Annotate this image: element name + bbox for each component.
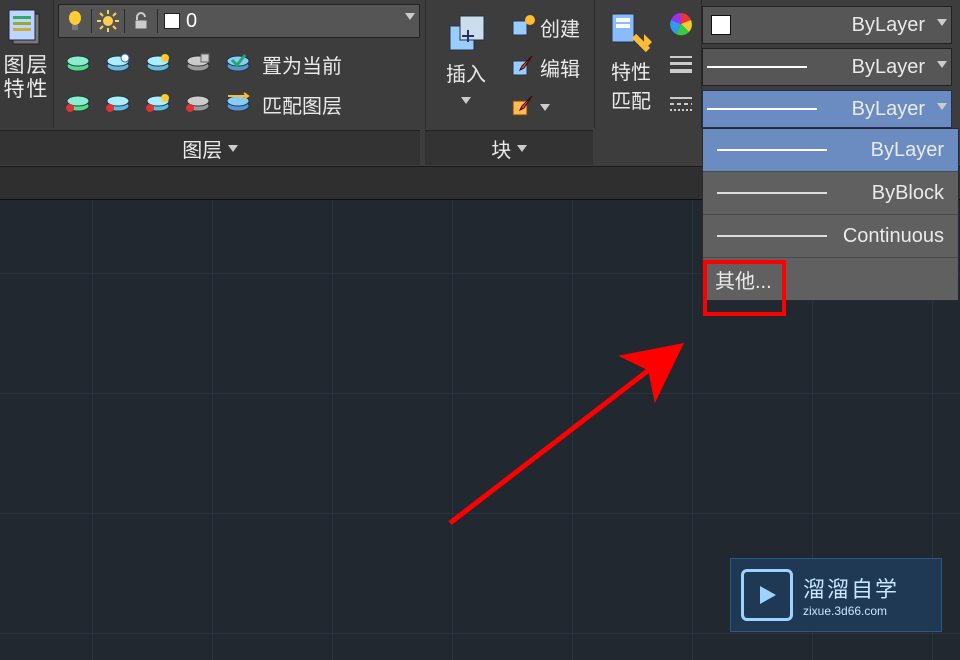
layer-tool-icon-3[interactable] [138, 52, 178, 76]
watermark-title: 溜溜自学 [803, 572, 899, 604]
watermark-sub: zixue.3d66.com [803, 604, 899, 618]
insert-block-button[interactable]: 插入 [432, 10, 500, 110]
linetype-dropdown: ByLayer ByBlock Continuous 其他... [702, 128, 959, 301]
unlock-icon [125, 5, 157, 37]
lineweight-list-button[interactable] [665, 48, 697, 80]
create-block-button[interactable]: 创建 [506, 8, 580, 46]
linetype-preview [707, 108, 817, 110]
layer-match-icon[interactable] [218, 92, 258, 116]
layer-stack-icon [3, 4, 51, 52]
layer-props-label-1: 图层 [0, 54, 53, 78]
properties-panel: 特性 匹配 [599, 0, 702, 128]
lineweight-preview [707, 66, 807, 68]
lineweight-value: ByLayer [852, 56, 925, 79]
chevron-down-icon [937, 61, 947, 68]
layer-tool-icon-7[interactable] [138, 92, 178, 116]
blocks-panel: 插入 创建 编辑 [425, 0, 595, 128]
chevron-down-icon [540, 104, 550, 111]
edit-block-button[interactable]: 编辑 [506, 48, 580, 86]
layer-props-label-2: 特性 [0, 78, 53, 102]
bulb-on-icon [59, 5, 91, 37]
color-wheel-button[interactable] [665, 8, 697, 40]
layer-tool-icon-4[interactable] [178, 52, 218, 76]
sun-icon [92, 5, 124, 37]
edit-block-icon [506, 54, 540, 80]
current-layer-selector[interactable]: 0 [58, 4, 420, 38]
layer-tool-icon-2[interactable] [98, 52, 138, 76]
color-selector[interactable]: ByLayer [702, 6, 952, 44]
match-props-label-1: 特性 [603, 56, 659, 85]
option-label: ByLayer [871, 139, 944, 162]
option-label: 其他... [715, 265, 772, 294]
blocks-panel-tab[interactable]: 块 [425, 130, 593, 165]
chevron-down-icon [228, 145, 238, 152]
chevron-down-icon [937, 19, 947, 26]
match-props-icon [603, 8, 659, 56]
lineweight-selector[interactable]: ByLayer [702, 48, 952, 86]
linetype-preview [717, 149, 827, 151]
linetype-option-bylayer[interactable]: ByLayer [703, 129, 958, 172]
linetype-option-byblock[interactable]: ByBlock [703, 172, 958, 215]
chevron-down-icon [461, 97, 471, 104]
play-icon [741, 569, 793, 621]
block-attr-button[interactable] [506, 88, 550, 126]
chevron-down-icon [405, 13, 415, 20]
layer-panel-tab[interactable]: 图层 [0, 130, 420, 165]
layer-tool-icon-1[interactable] [58, 52, 98, 76]
chevron-down-icon [517, 145, 527, 152]
color-swatch [711, 15, 731, 35]
block-attr-icon [506, 94, 540, 120]
match-props-label-2: 匹配 [603, 85, 659, 114]
linetype-option-other[interactable]: 其他... [703, 258, 958, 300]
watermark: 溜溜自学 zixue.3d66.com [730, 558, 942, 632]
insert-label: 插入 [432, 58, 500, 87]
create-block-icon [506, 14, 540, 40]
layer-panel-label: 图层 [182, 134, 222, 163]
layer-tool-icon-8[interactable] [178, 92, 218, 116]
match-properties-button[interactable]: 特性 匹配 [603, 8, 659, 114]
match-layer-button[interactable]: 匹配图层 [262, 90, 342, 119]
option-label: ByBlock [872, 182, 944, 205]
layer-tools: 置为当前 匹配图层 [58, 44, 342, 124]
linetype-selector[interactable]: ByLayer [702, 90, 952, 128]
insert-block-icon [432, 10, 500, 58]
edit-label: 编辑 [540, 53, 580, 82]
color-value: ByLayer [852, 14, 925, 37]
layer-color-swatch [164, 13, 180, 29]
linetype-value: ByLayer [852, 98, 925, 121]
current-layer-name: 0 [186, 10, 197, 33]
layer-properties-button[interactable]: 图层 特性 [0, 0, 54, 128]
create-label: 创建 [540, 13, 580, 42]
chevron-down-icon [937, 103, 947, 110]
linetype-list-button[interactable] [665, 88, 697, 120]
layer-tool-icon-6[interactable] [98, 92, 138, 116]
object-property-selectors: ByLayer ByLayer ByLayer [702, 6, 952, 132]
blocks-panel-label: 块 [491, 134, 511, 163]
set-current-button[interactable]: 置为当前 [262, 50, 342, 79]
option-label: Continuous [843, 225, 944, 248]
linetype-option-continuous[interactable]: Continuous [703, 215, 958, 258]
linetype-preview [717, 192, 827, 194]
linetype-preview [717, 235, 827, 237]
layer-setcurrent-icon[interactable] [218, 52, 258, 76]
layer-tool-icon-5[interactable] [58, 92, 98, 116]
